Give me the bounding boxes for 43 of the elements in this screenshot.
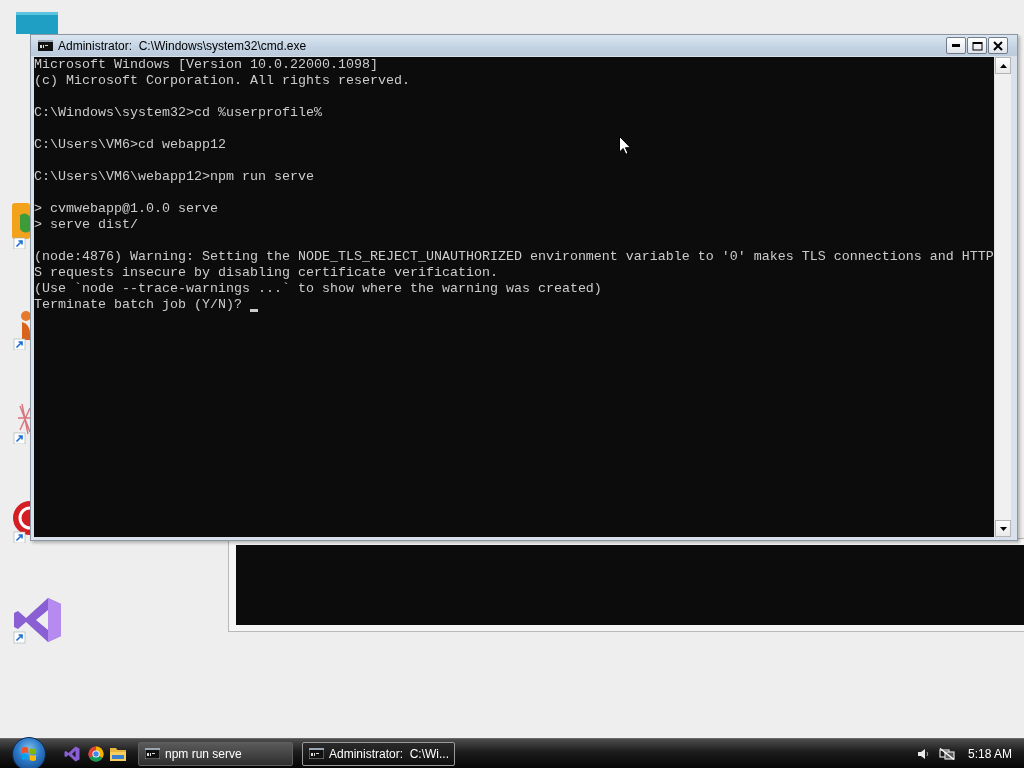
figure-shortcut-icon[interactable] (12, 308, 30, 350)
start-button[interactable] (12, 736, 46, 768)
clock[interactable]: 5:18 AM (967, 746, 1012, 761)
console-line: (c) Microsoft Corporation. All rights reserved. (34, 73, 410, 89)
ribbon-logo-icon[interactable] (64, 745, 80, 762)
taskbar-button[interactable]: Administrator: C:\Wi... (302, 741, 455, 766)
console-line: (node:4876) Warning: Setting the NODE_TLS_REJECT_UNAUTHORIZED environment variable to '0' makes TLS connections and HTTP (34, 249, 994, 265)
close-button[interactable] (988, 37, 1008, 54)
down-arrow-icon (999, 526, 1007, 531)
console-line: Terminate batch job (Y/N)? (34, 297, 242, 313)
console-icon (309, 748, 324, 759)
close-icon (993, 40, 1003, 51)
maximize-button[interactable] (967, 37, 987, 54)
round-logo-icon[interactable] (88, 745, 104, 762)
console-line: C:\Windows\system32>cd %userprofile% (34, 105, 322, 121)
console-line: C:\Users\VM6\webapp12>npm run serve (34, 169, 314, 185)
console-line: C:\Users\VM6>cd webapp12 (34, 137, 226, 153)
scrollbar-track[interactable] (994, 57, 1011, 537)
console-icon (38, 40, 53, 51)
star-lines-shortcut-icon[interactable] (12, 402, 30, 444)
console-icon (145, 748, 160, 759)
ribbon-logo-shortcut-icon[interactable] (12, 596, 62, 644)
folder-icon[interactable] (110, 746, 126, 761)
up-arrow-icon (999, 63, 1007, 68)
console-line: Microsoft Windows [Version 10.0.22000.1098] (34, 57, 378, 73)
mouse-pointer-icon (619, 136, 631, 155)
window-title: Administrator: C:\Windows\system32\cmd.exe (58, 38, 307, 53)
console-line: > serve dist/ (34, 217, 138, 233)
console-line: (Use `node --trace-warnings ...` to show where the warning was created) (34, 281, 602, 297)
minimize-button[interactable] (946, 37, 966, 54)
network-icon[interactable] (938, 747, 955, 760)
console-line: > cvmwebapp@1.0.0 serve (34, 201, 218, 217)
scroll-down-button[interactable] (995, 520, 1011, 537)
flag-icon (21, 745, 37, 762)
text-cursor-icon (249, 309, 258, 312)
square-tile-icon[interactable] (16, 12, 58, 34)
console-line: S requests insecure by disabling certificate verification. (34, 265, 498, 281)
speaker-icon[interactable] (917, 747, 930, 760)
minimize-icon (952, 44, 960, 47)
taskbar-button[interactable]: npm run serve (138, 741, 293, 766)
scroll-up-button[interactable] (995, 57, 1011, 74)
app-shortcut-icon[interactable] (12, 203, 30, 249)
maximize-icon (971, 40, 983, 51)
